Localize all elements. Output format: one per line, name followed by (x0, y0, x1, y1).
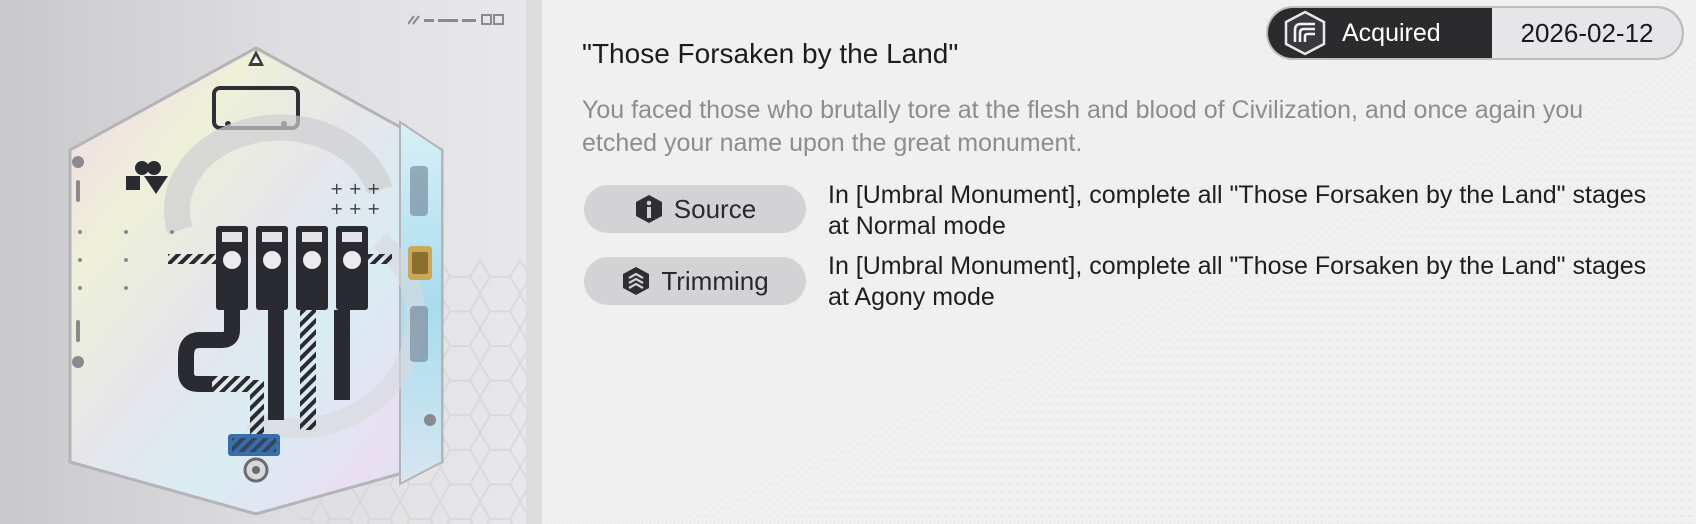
svg-text:+ + +: + + + (330, 179, 380, 198)
trimming-tag[interactable]: Trimming (584, 257, 806, 305)
trimming-label: Trimming (661, 265, 769, 296)
medal-title: "Those Forsaken by the Land" (582, 38, 959, 69)
acquired-segment: Acquired (1268, 8, 1492, 58)
acquired-date: 2026-02-12 (1492, 8, 1682, 58)
acquired-status-badge: Acquired 2026-02-12 (1268, 8, 1682, 58)
panel-divider (526, 0, 542, 524)
hexagon-circuit-emblem: + + + + + + (68, 46, 444, 516)
source-label: Source (673, 193, 757, 224)
info-icon (635, 195, 662, 223)
svg-text:+ + +: + + + (330, 199, 380, 218)
medal-preview-panel: + + + + + + (0, 0, 526, 524)
source-requirement-text: In [Umbral Monument], complete all "Thos… (828, 181, 1647, 240)
medal-description: You faced those who brutally tore at the… (582, 96, 1584, 157)
layers-logo-icon (1284, 10, 1326, 56)
trimming-requirement-text: In [Umbral Monument], complete all "Thos… (828, 252, 1647, 311)
trimming-icon (623, 267, 650, 295)
source-tag[interactable]: Source (584, 185, 806, 233)
medal-details-panel: "Those Forsaken by the Land" You faced t… (542, 0, 1696, 524)
acquired-label: Acquired (1342, 18, 1441, 47)
